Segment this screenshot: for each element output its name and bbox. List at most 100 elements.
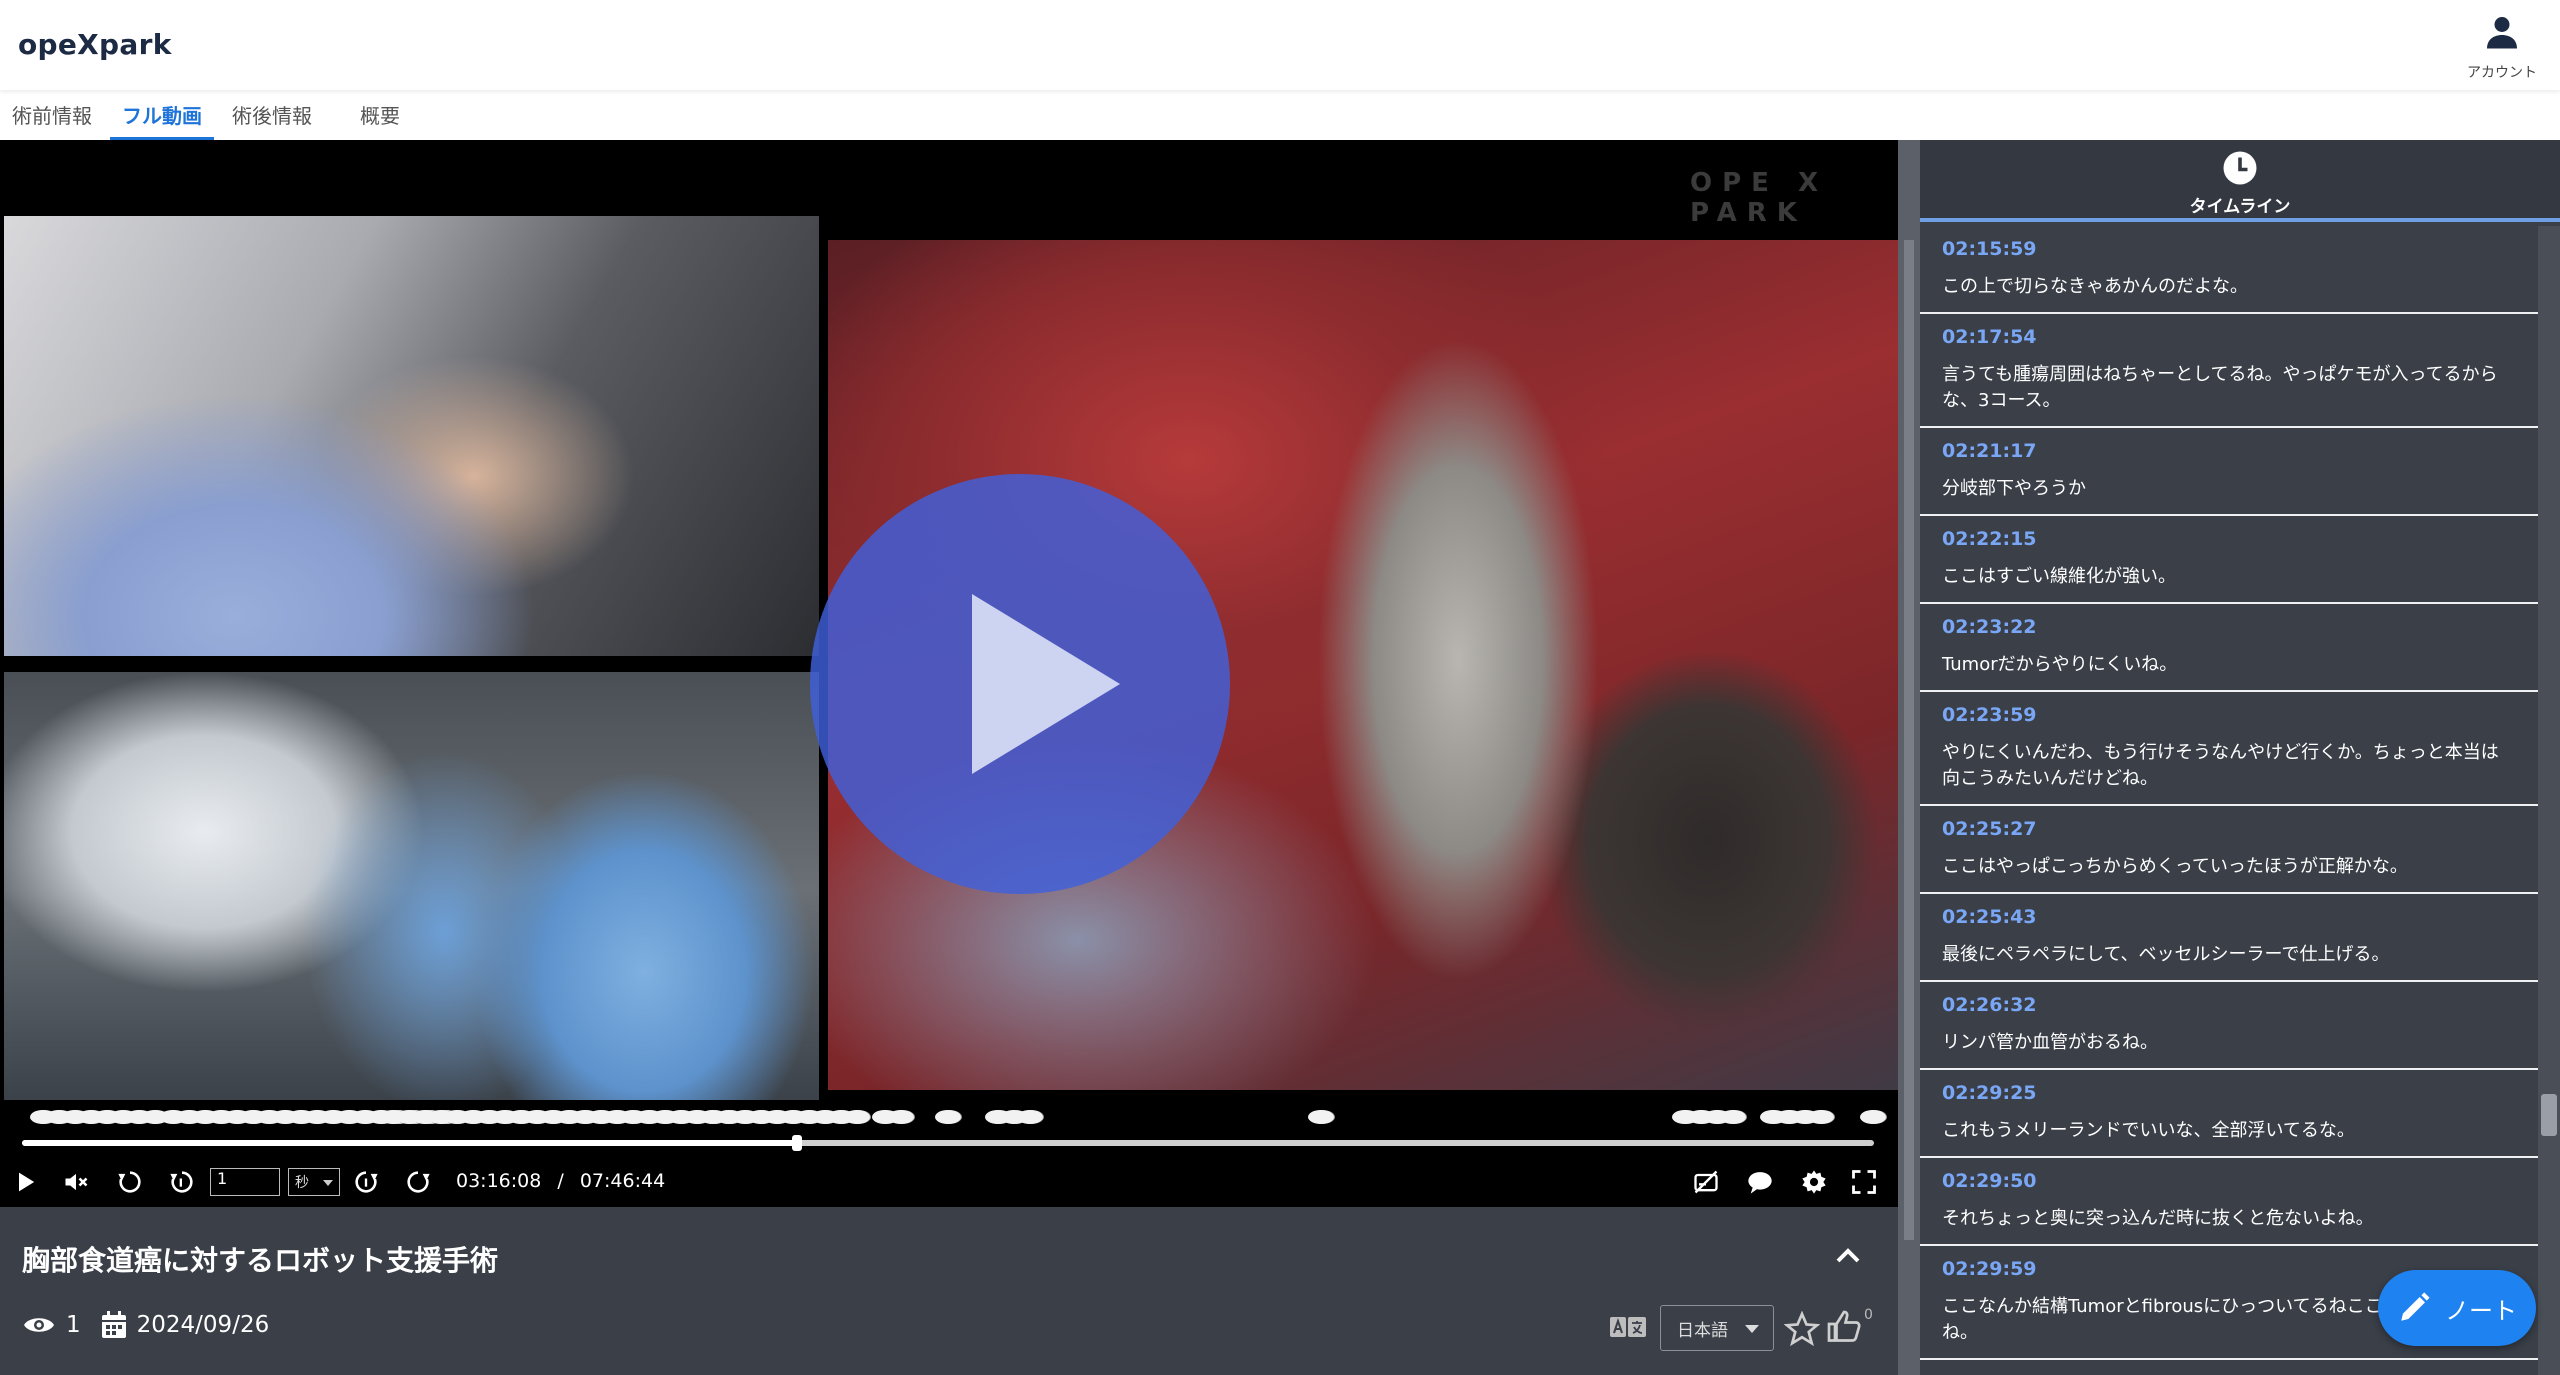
comment-marker[interactable] xyxy=(1017,1110,1043,1124)
video-watermark: OPE X PARK xyxy=(1690,168,1829,228)
timeline-tab[interactable]: タイムライン xyxy=(1920,140,2560,222)
account-button[interactable]: アカウント xyxy=(2462,14,2542,84)
timeline-entry-time[interactable]: 02:23:59 xyxy=(1942,702,2516,728)
timeline-entry-text: 言うても腫瘍周囲はねちゃーとしてるね。やっぱケモが入ってるからな、3コース。 xyxy=(1942,364,2498,411)
note-button-label: ノート xyxy=(2445,1296,2517,1325)
step-unit-value: 秒 xyxy=(295,1175,309,1191)
subtitles-off-icon xyxy=(1694,1170,1718,1194)
surgeon-console-view xyxy=(4,216,819,656)
timeline-scrollbar[interactable] xyxy=(2538,226,2560,1375)
rewind-button[interactable] xyxy=(114,1166,146,1198)
timeline-entry-time[interactable]: 02:15:59 xyxy=(1942,236,2516,262)
comment-marker[interactable] xyxy=(888,1110,914,1124)
app-root: opeXpark アカウント 術前情報 フル動画 術後情報 概要 OPE X P… xyxy=(0,0,2560,1375)
timeline-entry[interactable]: 02:17:54 言うても腫瘍周囲はねちゃーとしてるね。やっぱケモが入ってるからな… xyxy=(1920,314,2538,428)
timeline-entry-time[interactable]: 02:26:32 xyxy=(1942,992,2516,1018)
rewind-icon xyxy=(118,1171,141,1193)
subtitles-toggle[interactable] xyxy=(1690,1166,1722,1198)
publish-date: 2024/09/26 xyxy=(136,1312,270,1338)
timeline-entry[interactable]: 02:26:32 リンパ管か血管がおるね。 xyxy=(1920,982,2538,1070)
operating-room-view xyxy=(4,672,819,1108)
step-amount-input[interactable]: 1 xyxy=(210,1168,280,1196)
forward-button[interactable] xyxy=(402,1166,434,1198)
tab-preop-info[interactable]: 術前情報 xyxy=(0,92,104,140)
video-player: OPE X PARK 1 秒 03:16:08 / 07:46:44 xyxy=(0,140,1898,1207)
timeline-entry-time[interactable]: 02:23:22 xyxy=(1942,614,2516,640)
timeline-entry-text: ここはやっぱこっちからめくっていったほうが正解かな。 xyxy=(1942,856,2408,877)
timeline-comment-markers xyxy=(0,1100,1898,1134)
fullscreen-icon xyxy=(1852,1170,1876,1194)
comment-marker[interactable] xyxy=(844,1110,870,1124)
play-button[interactable] xyxy=(10,1166,42,1198)
language-value: 日本語 xyxy=(1677,1320,1728,1341)
comment-marker[interactable] xyxy=(1308,1110,1334,1124)
time-display: 03:16:08 / 07:46:44 xyxy=(456,1170,665,1192)
favorite-button[interactable] xyxy=(1783,1310,1821,1347)
timeline-entry-text: 最後にペラペラにして、ベッセルシーラーで仕上げる。 xyxy=(1942,944,2390,965)
timeline-entry-text: やりにくいんだわ、もう行けそうなんやけど行くか。ちょっと本当は向こうみたいんだけ… xyxy=(1942,742,2499,789)
timeline-scrollbar-thumb[interactable] xyxy=(2541,1094,2557,1136)
note-button[interactable]: ノート xyxy=(2378,1270,2536,1346)
timeline-entry[interactable]: 02:29:25 これもうメリーランドでいいな、全部浮いてるな。 xyxy=(1920,1070,2538,1158)
panel-resize-handle[interactable] xyxy=(1898,140,1920,1375)
timeline-entry-text: Tumorだからやりにくいね。 xyxy=(1942,654,2178,675)
comment-icon xyxy=(1748,1172,1772,1194)
timeline-entry[interactable]: 02:25:43 最後にペラペラにして、ベッセルシーラーで仕上げる。 xyxy=(1920,894,2538,982)
mute-button[interactable] xyxy=(60,1166,92,1198)
timeline-entry-time[interactable]: 02:29:25 xyxy=(1942,1080,2516,1106)
total-duration: 07:46:44 xyxy=(579,1170,666,1192)
timeline-entry-time[interactable]: 02:17:54 xyxy=(1942,324,2516,350)
settings-button[interactable] xyxy=(1798,1166,1830,1198)
step-back-button[interactable] xyxy=(166,1166,198,1198)
view-count: 1 xyxy=(66,1312,81,1338)
chevron-up-icon xyxy=(1836,1248,1860,1263)
step-unit-select[interactable]: 秒 xyxy=(288,1168,340,1196)
comment-marker[interactable] xyxy=(1860,1110,1886,1124)
comments-toggle[interactable] xyxy=(1744,1166,1776,1198)
timeline-entry[interactable]: 02:29:50 それちょっと奥に突っ込んだ時に抜くと危ないよね。 xyxy=(1920,1158,2538,1246)
translate-button[interactable] xyxy=(1610,1315,1646,1339)
timeline-entry[interactable]: 02:22:15 ここはすごい線維化が強い。 xyxy=(1920,516,2538,604)
eye-icon xyxy=(24,1318,54,1332)
timeline-entry-time[interactable]: 02:22:15 xyxy=(1942,526,2516,552)
pencil-icon xyxy=(2401,1292,2430,1321)
account-label: アカウント xyxy=(2467,65,2537,81)
timeline-entry[interactable]: 02:23:59 やりにくいんだわ、もう行けそうなんやけど行くか。ちょっと本当は向… xyxy=(1920,692,2538,806)
comment-marker[interactable] xyxy=(1808,1110,1834,1124)
fullscreen-button[interactable] xyxy=(1848,1166,1880,1198)
tab-postop-info[interactable]: 術後情報 xyxy=(220,92,324,140)
timeline-entry[interactable]: 02:23:22 Tumorだからやりにくいね。 xyxy=(1920,604,2538,692)
timeline-entry-time[interactable]: 02:29:50 xyxy=(1942,1168,2516,1194)
panel-resize-grip xyxy=(1904,240,1914,1240)
timeline-entry[interactable]: 02:15:59 この上で切らなきゃあかんのだよな。 xyxy=(1920,226,2538,314)
tab-overview[interactable]: 概要 xyxy=(348,92,412,140)
chevron-down-icon xyxy=(1745,1325,1759,1333)
timeline-entry-time[interactable]: 02:25:43 xyxy=(1942,904,2516,930)
app-logo[interactable]: opeXpark xyxy=(18,28,172,61)
timeline-tab-label: タイムライン xyxy=(2189,197,2291,217)
mute-icon xyxy=(65,1173,88,1191)
like-count: 0 xyxy=(1864,1307,1873,1323)
timeline-entry[interactable]: 02:25:27 ここはやっぱこっちからめくっていったほうが正解かな。 xyxy=(1920,806,2538,894)
time-separator: / xyxy=(557,1170,564,1192)
video-frame[interactable]: OPE X PARK xyxy=(0,140,1898,1108)
timeline-entry[interactable]: 02:21:17 分岐部下やろうか xyxy=(1920,428,2538,516)
comment-marker[interactable] xyxy=(935,1110,961,1124)
step-forward-button[interactable] xyxy=(350,1166,382,1198)
tab-full-video[interactable]: フル動画 xyxy=(110,92,214,140)
seek-bar-handle[interactable] xyxy=(792,1135,802,1151)
timeline-entry-text: ここはすごい線維化が強い。 xyxy=(1942,566,2176,587)
video-stats: 1 2024/09/26 xyxy=(22,1311,269,1339)
like-button[interactable] xyxy=(1826,1309,1862,1345)
translate-icon xyxy=(1610,1317,1646,1337)
seek-bar[interactable] xyxy=(22,1135,1874,1151)
timeline-entry-time[interactable]: 02:21:17 xyxy=(1942,438,2516,464)
timeline-entry-time[interactable]: 02:25:27 xyxy=(1942,816,2516,842)
collapse-info-button[interactable] xyxy=(1828,1235,1868,1275)
current-time: 03:16:08 xyxy=(456,1170,542,1192)
step-back-icon xyxy=(170,1171,193,1193)
big-play-button[interactable] xyxy=(810,474,1230,894)
comment-marker[interactable] xyxy=(1720,1110,1746,1124)
content-tabs: 術前情報 フル動画 術後情報 概要 xyxy=(0,92,412,140)
language-select[interactable]: 日本語 xyxy=(1660,1305,1774,1351)
